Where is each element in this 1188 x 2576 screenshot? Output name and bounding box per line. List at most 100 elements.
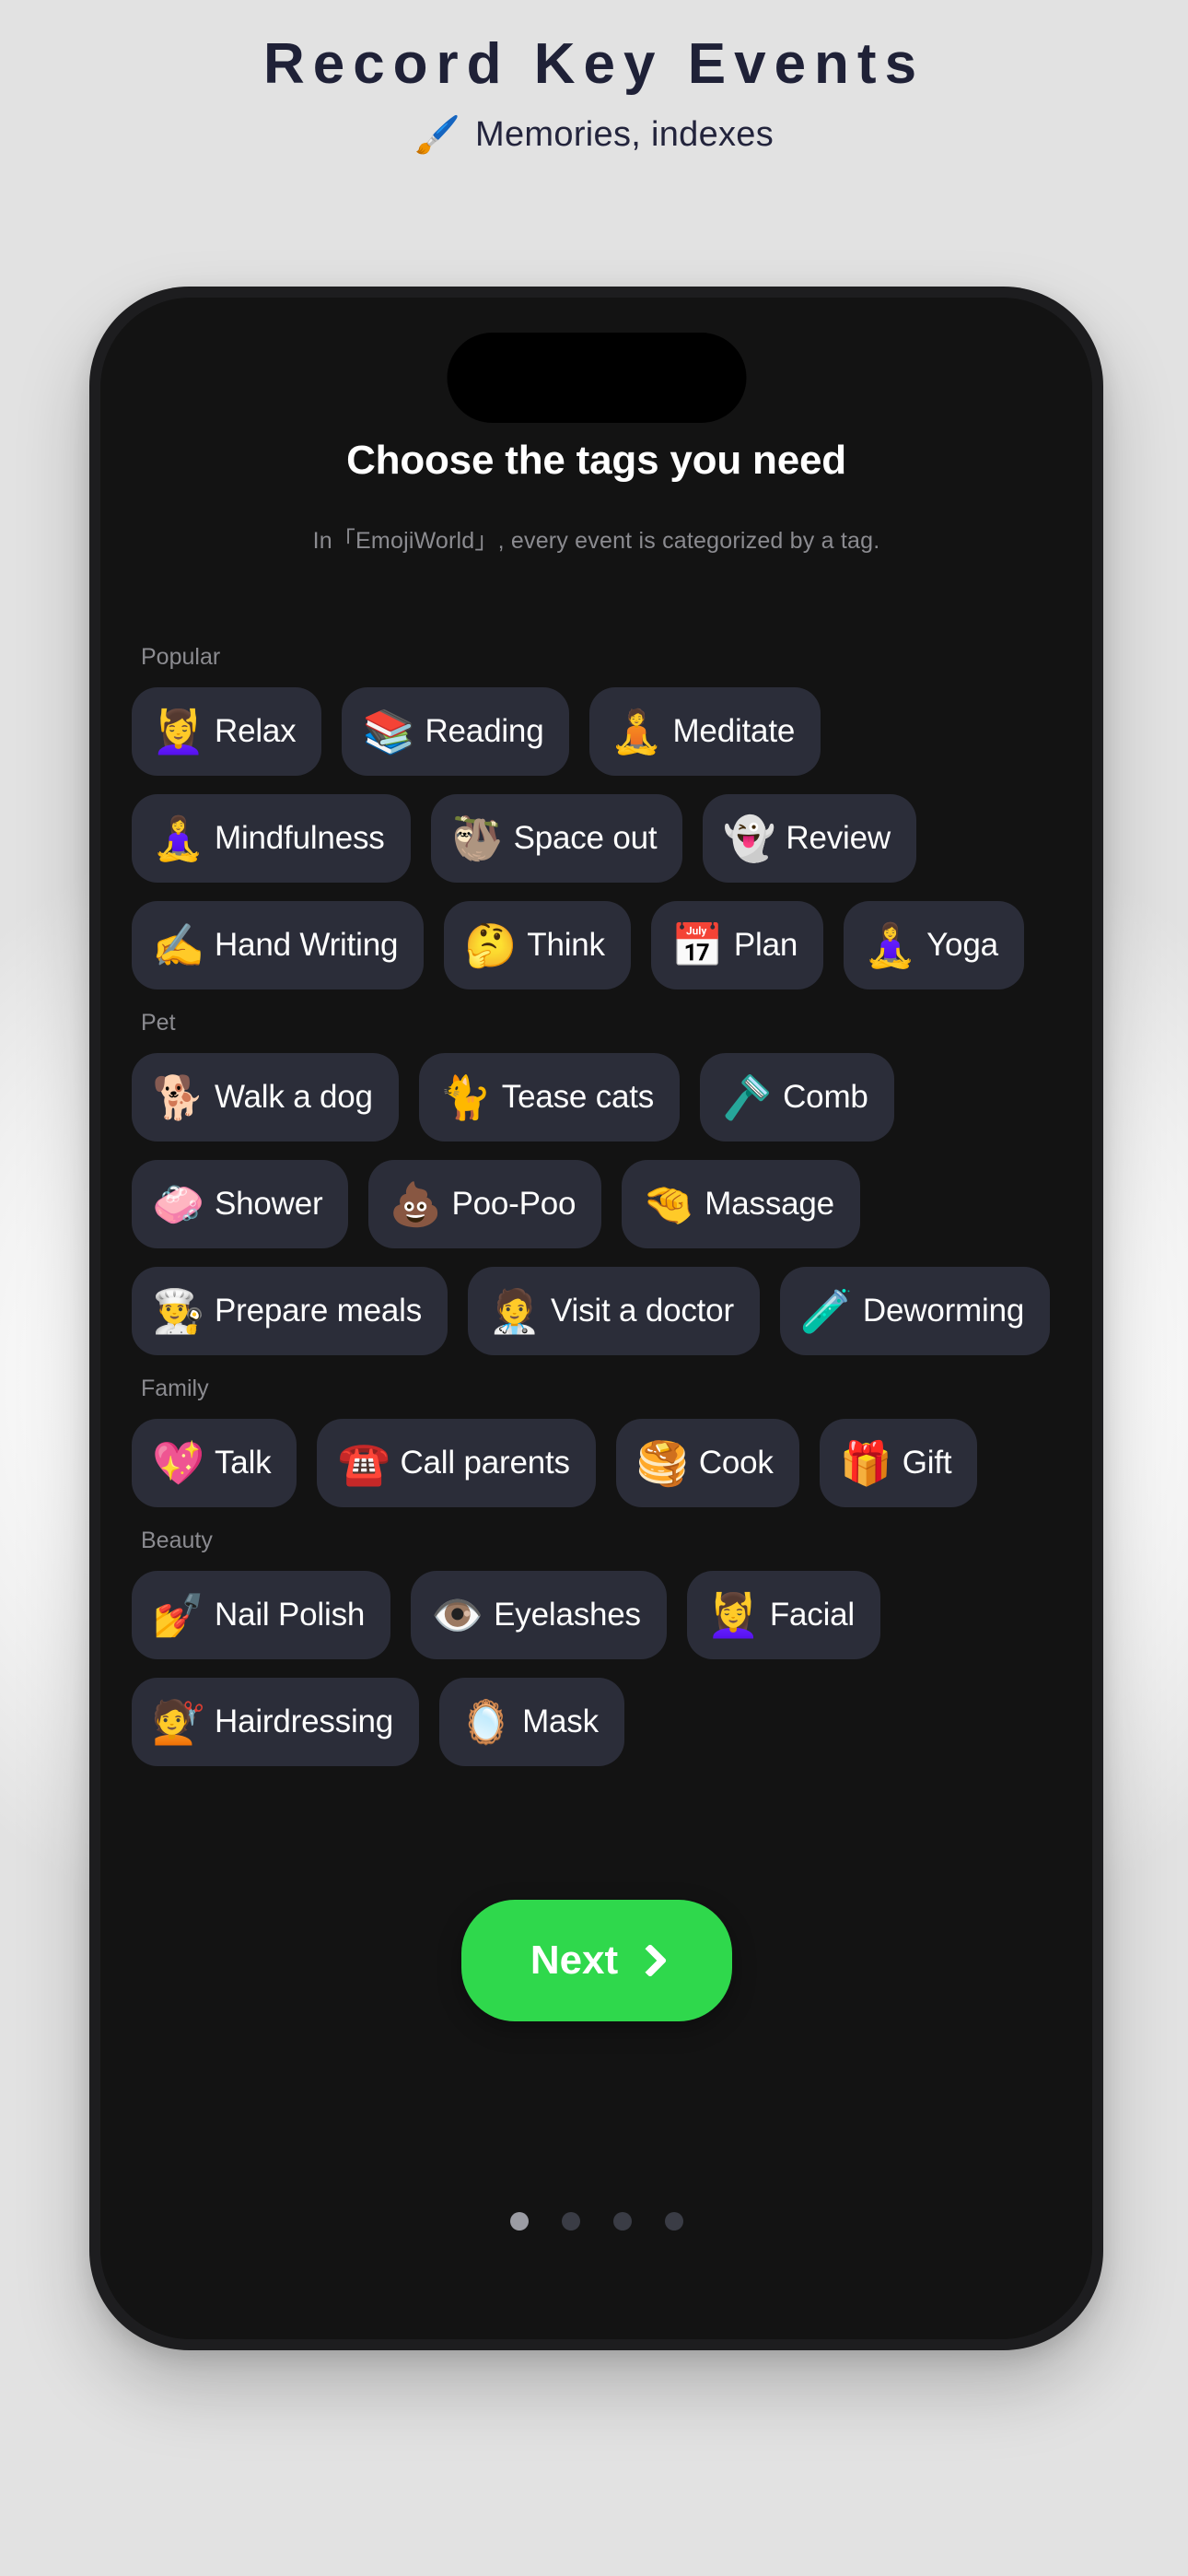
tag-chip-label: Poo-Poo (451, 1186, 577, 1222)
tag-chip[interactable]: ✍️ Hand Writing (132, 901, 425, 989)
tag-chip[interactable]: 🧑‍⚕️ Visit a doctor (468, 1267, 760, 1355)
eyelashes-emoji: 👁️ (431, 1591, 484, 1639)
pancakes-emoji: 🥞 (635, 1439, 690, 1487)
tag-chip[interactable]: 💩 Poo-Poo (368, 1160, 602, 1248)
tag-chip-label: Review (786, 820, 891, 856)
tag-list-scroll-area[interactable]: Popular 💆‍♀️ Relax 📚 Reading 🧘 Meditate 🧘‍♀️ Min… (100, 644, 1092, 2266)
tag-chip[interactable]: 💆‍♀️ Facial (686, 1571, 881, 1659)
tag-chip-row: 💅 Nail Polish 👁️ Eyelashes 💆‍♀️ Facial 💇 Hairdr… (132, 1571, 1061, 1766)
tag-chip-label: Cook (698, 1445, 774, 1481)
promo-subtitle: 🖌️ Memories, indexes (0, 115, 1188, 155)
mask-emoji: 🪞 (460, 1698, 513, 1746)
tag-chip-label: Talk (215, 1445, 272, 1481)
phone-screen: Choose the tags you need In「EmojiWorld」,… (100, 298, 1092, 2339)
tag-chip-label: Reading (425, 713, 544, 749)
page-dot[interactable] (561, 2212, 580, 2231)
next-button-label: Next (530, 1938, 619, 1983)
doctor-emoji: 🧑‍⚕️ (488, 1287, 542, 1335)
ghost-emoji: 👻 (723, 814, 776, 862)
page-dot[interactable] (664, 2212, 683, 2231)
tag-chip-label: Eyelashes (494, 1597, 641, 1633)
tag-chip-label: Prepare meals (215, 1293, 423, 1329)
tag-chip-row: 💆‍♀️ Relax 📚 Reading 🧘 Meditate 🧘‍♀️ Mindfulnes… (132, 687, 1061, 989)
tag-chip[interactable]: 🧘 Meditate (589, 687, 821, 776)
page-dot[interactable] (509, 2212, 529, 2231)
facial-emoji: 💆‍♀️ (706, 1591, 761, 1639)
phone-device-frame: Choose the tags you need In「EmojiWorld」,… (89, 287, 1103, 2350)
tag-group-label: Beauty (141, 1528, 213, 1553)
tag-chip[interactable]: 💖 Talk (132, 1419, 297, 1507)
tag-chip-label: Shower (215, 1186, 323, 1222)
tag-chip-label: Meditate (672, 713, 796, 749)
tag-chip[interactable]: 🪒 Comb (700, 1053, 894, 1142)
screen-description: In「EmojiWorld」, every event is categoriz… (312, 528, 880, 554)
screen-content: Choose the tags you need In「EmojiWorld」,… (100, 298, 1092, 2339)
tag-chip[interactable]: 🧼 Shower (132, 1160, 349, 1248)
tag-chip-row: 🐕 Walk a dog 🐈 Tease cats 🪒 Comb 🧼 Shower 💩 Poo-P… (132, 1053, 1061, 1355)
writing-hand-emoji: ✍️ (152, 921, 205, 969)
dog-emoji: 🐕 (152, 1073, 205, 1121)
tag-chip[interactable]: 🎁 Gift (819, 1419, 978, 1507)
yoga-emoji: 🧘‍♀️ (864, 921, 917, 969)
tag-chip[interactable]: 📚 Reading (342, 687, 570, 776)
tag-chip[interactable]: 🥞 Cook (615, 1419, 799, 1507)
poop-emoji: 💩 (389, 1180, 442, 1228)
dynamic-island (447, 333, 746, 423)
tag-chip[interactable]: 👨‍🍳 Prepare meals (132, 1267, 448, 1355)
tag-group: Beauty 💅 Nail Polish 👁️ Eyelashes 💆‍♀️ Facial 💇… (132, 1528, 1061, 1766)
tag-chip[interactable]: 💆‍♀️ Relax (132, 687, 322, 776)
nail-polish-emoji: 💅 (152, 1591, 205, 1639)
thinking-face-emoji: 🤔 (464, 921, 518, 969)
tag-chip-label: Gift (902, 1445, 952, 1481)
tag-group-label: Pet (141, 1010, 176, 1036)
chef-emoji: 👨‍🍳 (152, 1287, 205, 1335)
tag-chip-label: Nail Polish (215, 1597, 366, 1633)
tag-chip-label: Plan (733, 927, 798, 963)
tag-group-label: Family (141, 1376, 209, 1401)
tag-chip[interactable]: 💇 Hairdressing (132, 1678, 420, 1766)
tag-group: Pet 🐕 Walk a dog 🐈 Tease cats 🪒 Comb 🧼 Shower 💩 Po… (132, 1010, 1061, 1355)
tag-chip-label: Relax (215, 713, 297, 749)
sloth-emoji: 🦥 (450, 814, 504, 862)
chevron-right-icon (633, 1943, 668, 1978)
page-dot[interactable] (612, 2212, 632, 2231)
tag-chip[interactable]: 🧘‍♀️ Yoga (844, 901, 1024, 989)
tag-chip[interactable]: 🪞 Mask (439, 1678, 624, 1766)
test-tube-emoji: 🧪 (799, 1287, 854, 1335)
tag-chip[interactable]: 👻 Review (703, 794, 916, 883)
tag-chip[interactable]: 🐈 Tease cats (418, 1053, 681, 1142)
tag-chip-label: Deworming (862, 1293, 1025, 1329)
tag-chip-label: Yoga (926, 927, 998, 963)
next-button[interactable]: Next (460, 1900, 732, 2021)
tag-chip[interactable]: 🧪 Deworming (779, 1267, 1051, 1355)
telephone-emoji: ☎️ (337, 1439, 390, 1487)
tag-chip[interactable]: 🧘‍♀️ Mindfulness (132, 794, 411, 883)
books-emoji: 📚 (362, 708, 415, 755)
tag-chip[interactable]: 🐕 Walk a dog (132, 1053, 399, 1142)
tag-chip-label: Call parents (400, 1445, 570, 1481)
paintbrush-icon: 🖌️ (413, 114, 461, 156)
tag-chip-label: Mask (522, 1704, 599, 1739)
tag-chip-label: Hairdressing (215, 1704, 394, 1739)
tag-chip-label: Mindfulness (215, 820, 385, 856)
tag-chip-label: Hand Writing (215, 927, 399, 963)
tag-chip[interactable]: 🦥 Space out (430, 794, 683, 883)
tag-chip-row: 💖 Talk ☎️ Call parents 🥞 Cook 🎁 Gift (132, 1419, 1061, 1507)
tag-chip-label: Walk a dog (215, 1079, 373, 1115)
tag-group: Family 💖 Talk ☎️ Call parents 🥞 Cook 🎁 Gift (132, 1376, 1061, 1507)
promo-header: Record Key Events 🖌️ Memories, indexes (0, 0, 1188, 155)
soap-emoji: 🧼 (152, 1180, 205, 1228)
tag-chip-label: Facial (769, 1597, 856, 1633)
tag-chip[interactable]: 💅 Nail Polish (132, 1571, 391, 1659)
tag-chip[interactable]: ☎️ Call parents (317, 1419, 596, 1507)
relax-emoji: 💆‍♀️ (152, 708, 205, 755)
tag-chip[interactable]: 📅 Plan (650, 901, 824, 989)
tag-chip[interactable]: 👁️ Eyelashes (411, 1571, 667, 1659)
tag-chip[interactable]: 🤏 Massage (622, 1160, 860, 1248)
tag-chip-label: Space out (513, 820, 658, 856)
gift-emoji: 🎁 (839, 1439, 893, 1487)
tag-chip[interactable]: 🤔 Think (444, 901, 631, 989)
page-title: Record Key Events (262, 32, 926, 96)
mindfulness-emoji: 🧘‍♀️ (152, 814, 205, 862)
tag-chip-label: Massage (705, 1186, 834, 1222)
